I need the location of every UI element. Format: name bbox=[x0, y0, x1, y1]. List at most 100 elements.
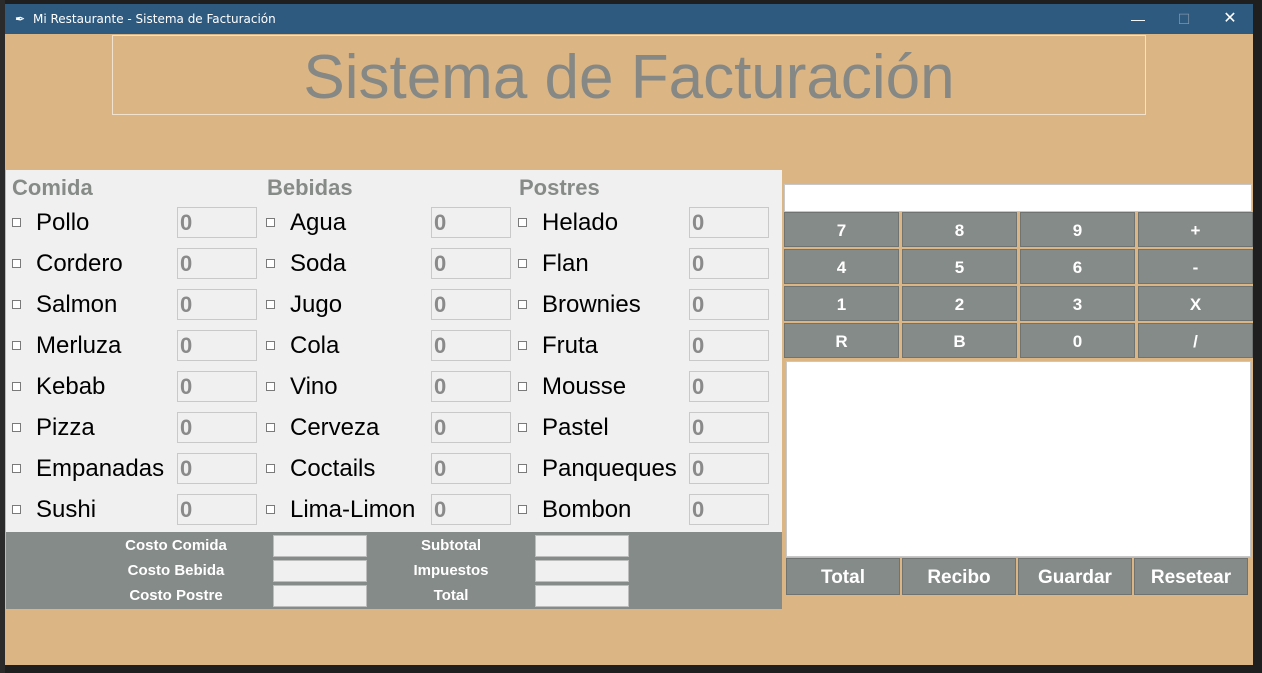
item-checkbox[interactable] bbox=[12, 382, 21, 391]
item-label: Brownies bbox=[542, 291, 641, 318]
item-label: Cerveza bbox=[290, 414, 380, 441]
item-checkbox[interactable] bbox=[12, 341, 21, 350]
costo-bebida-label: Costo Bebida bbox=[127, 562, 225, 579]
subtotal-field[interactable] bbox=[535, 535, 629, 557]
quantity-field[interactable]: 0 bbox=[689, 453, 769, 484]
item-checkbox[interactable] bbox=[518, 505, 527, 514]
menu-row: Coctails 0 bbox=[260, 453, 512, 487]
quantity-field[interactable]: 0 bbox=[177, 330, 257, 361]
costo-comida-label: Costo Comida bbox=[125, 537, 227, 554]
costo-comida-field[interactable] bbox=[273, 535, 367, 557]
item-checkbox[interactable] bbox=[266, 423, 275, 432]
item-checkbox[interactable] bbox=[266, 382, 275, 391]
costo-bebida-field[interactable] bbox=[273, 560, 367, 582]
page-title: Sistema de Facturación bbox=[303, 43, 955, 112]
receipt-textarea[interactable] bbox=[786, 361, 1251, 557]
item-label: Empanadas bbox=[36, 455, 165, 482]
calculator-display[interactable] bbox=[784, 184, 1252, 212]
item-checkbox[interactable] bbox=[266, 505, 275, 514]
key-divide[interactable]: / bbox=[1138, 323, 1253, 358]
menu-row: Cordero 0 bbox=[6, 248, 258, 282]
total-button[interactable]: Total bbox=[786, 558, 900, 595]
key-9[interactable]: 9 bbox=[1020, 212, 1135, 247]
quantity-field[interactable]: 0 bbox=[431, 494, 511, 525]
item-label: Lima-Limon bbox=[290, 496, 416, 523]
key-8[interactable]: 8 bbox=[902, 212, 1017, 247]
quantity-field[interactable]: 0 bbox=[177, 371, 257, 402]
item-checkbox[interactable] bbox=[266, 300, 275, 309]
item-checkbox[interactable] bbox=[266, 259, 275, 268]
item-checkbox[interactable] bbox=[518, 300, 527, 309]
quantity-field[interactable]: 0 bbox=[431, 248, 511, 279]
quantity-field[interactable]: 0 bbox=[689, 494, 769, 525]
item-checkbox[interactable] bbox=[518, 259, 527, 268]
item-checkbox[interactable] bbox=[12, 505, 21, 514]
item-checkbox[interactable] bbox=[12, 464, 21, 473]
quantity-field[interactable]: 0 bbox=[431, 207, 511, 238]
quantity-field[interactable]: 0 bbox=[431, 289, 511, 320]
key-clear[interactable]: B bbox=[902, 323, 1017, 358]
quantity-field[interactable]: 0 bbox=[177, 494, 257, 525]
quantity-field[interactable]: 0 bbox=[689, 248, 769, 279]
item-checkbox[interactable] bbox=[518, 382, 527, 391]
quantity-field[interactable]: 0 bbox=[689, 289, 769, 320]
item-checkbox[interactable] bbox=[12, 300, 21, 309]
item-checkbox[interactable] bbox=[518, 218, 527, 227]
maximize-button[interactable]: ☐ bbox=[1161, 4, 1207, 34]
key-5[interactable]: 5 bbox=[902, 249, 1017, 284]
recibo-button[interactable]: Recibo bbox=[902, 558, 1016, 595]
minimize-button[interactable]: — bbox=[1115, 4, 1161, 34]
item-label: Cordero bbox=[36, 250, 123, 277]
quantity-field[interactable]: 0 bbox=[689, 330, 769, 361]
item-checkbox[interactable] bbox=[12, 423, 21, 432]
menu-row: Merluza 0 bbox=[6, 330, 258, 364]
total-field[interactable] bbox=[535, 585, 629, 607]
key-2[interactable]: 2 bbox=[902, 286, 1017, 321]
key-minus[interactable]: - bbox=[1138, 249, 1253, 284]
item-label: Mousse bbox=[542, 373, 627, 400]
item-checkbox[interactable] bbox=[518, 423, 527, 432]
key-7[interactable]: 7 bbox=[784, 212, 899, 247]
key-result[interactable]: R bbox=[784, 323, 899, 358]
costo-postre-field[interactable] bbox=[273, 585, 367, 607]
resetear-button[interactable]: Resetear bbox=[1134, 558, 1248, 595]
menu-row: Pastel 0 bbox=[512, 412, 776, 446]
quantity-field[interactable]: 0 bbox=[431, 453, 511, 484]
quantity-field[interactable]: 0 bbox=[689, 207, 769, 238]
key-multiply[interactable]: X bbox=[1138, 286, 1253, 321]
key-1[interactable]: 1 bbox=[784, 286, 899, 321]
item-checkbox[interactable] bbox=[518, 464, 527, 473]
quantity-field[interactable]: 0 bbox=[177, 412, 257, 443]
item-checkbox[interactable] bbox=[266, 218, 275, 227]
key-4[interactable]: 4 bbox=[784, 249, 899, 284]
menu-row: Cerveza 0 bbox=[260, 412, 512, 446]
app-window: ✒ Mi Restaurante - Sistema de Facturació… bbox=[5, 4, 1253, 665]
close-button[interactable]: ✕ bbox=[1207, 4, 1253, 34]
key-0[interactable]: 0 bbox=[1020, 323, 1135, 358]
quantity-field[interactable]: 0 bbox=[177, 289, 257, 320]
key-3[interactable]: 3 bbox=[1020, 286, 1135, 321]
item-checkbox[interactable] bbox=[518, 341, 527, 350]
quantity-field[interactable]: 0 bbox=[431, 330, 511, 361]
menu-row: Pizza 0 bbox=[6, 412, 258, 446]
guardar-button[interactable]: Guardar bbox=[1018, 558, 1132, 595]
item-checkbox[interactable] bbox=[266, 341, 275, 350]
quantity-field[interactable]: 0 bbox=[689, 371, 769, 402]
quantity-field[interactable]: 0 bbox=[431, 371, 511, 402]
quantity-field[interactable]: 0 bbox=[177, 248, 257, 279]
quantity-field[interactable]: 0 bbox=[177, 453, 257, 484]
item-label: Merluza bbox=[36, 332, 122, 359]
key-6[interactable]: 6 bbox=[1020, 249, 1135, 284]
menu-row: Panqueques 0 bbox=[512, 453, 776, 487]
impuestos-field[interactable] bbox=[535, 560, 629, 582]
category-title-postres: Postres bbox=[519, 175, 600, 200]
item-checkbox[interactable] bbox=[12, 259, 21, 268]
key-plus[interactable]: + bbox=[1138, 212, 1253, 247]
calculator-keypad: 7 8 9 + 4 5 6 - 1 2 3 X R B 0 / bbox=[784, 212, 1253, 360]
total-label: Total bbox=[433, 587, 469, 604]
item-checkbox[interactable] bbox=[266, 464, 275, 473]
quantity-field[interactable]: 0 bbox=[689, 412, 769, 443]
quantity-field[interactable]: 0 bbox=[177, 207, 257, 238]
item-checkbox[interactable] bbox=[12, 218, 21, 227]
quantity-field[interactable]: 0 bbox=[431, 412, 511, 443]
